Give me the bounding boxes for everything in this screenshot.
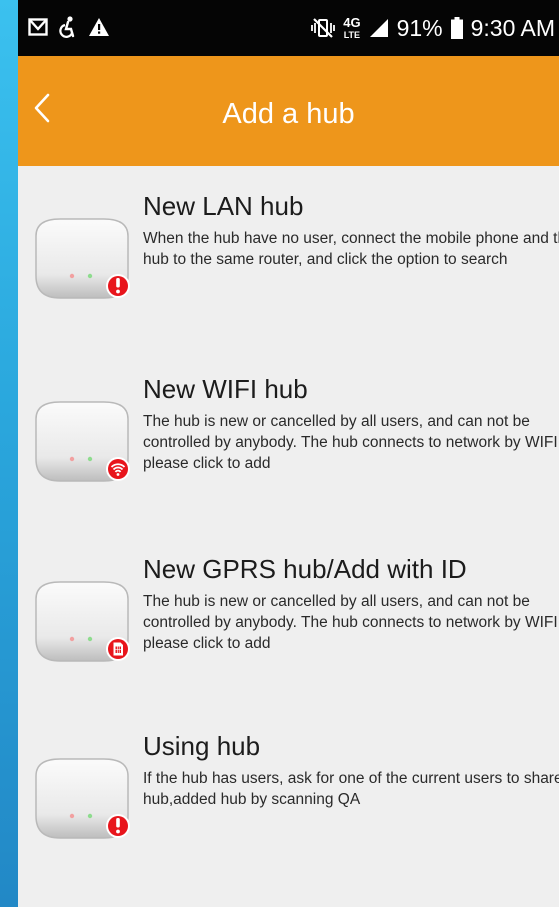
status-bar: 4G LTE 91% 9:30 AM xyxy=(18,0,559,56)
hub-device-icon xyxy=(35,581,130,662)
network-label: 4G xyxy=(343,15,361,30)
app-header: Add a hub xyxy=(18,56,559,166)
hub-device-icon xyxy=(35,758,130,839)
hub-option-description: The hub is new or cancelled by all users… xyxy=(143,593,559,652)
hub-option-using[interactable]: Using hub If the hub has users, ask for … xyxy=(18,718,559,888)
hub-option-description: The hub is new or cancelled by all users… xyxy=(143,413,559,472)
hub-option-description: If the hub has users, ask for one of the… xyxy=(143,770,559,808)
hub-option-title: New WIFI hub xyxy=(143,374,308,404)
accessibility-icon xyxy=(58,16,78,38)
signal-4g-lte-icon: 4G LTE xyxy=(343,15,361,41)
status-bar-right: 4G LTE 91% 9:30 AM xyxy=(311,13,555,43)
hub-device-icon xyxy=(35,218,130,299)
status-bar-left xyxy=(28,16,110,38)
network-sub-label: LTE xyxy=(343,30,361,40)
hub-device-icon xyxy=(35,401,130,482)
hub-option-gprs[interactable]: New GPRS hub/Add with ID The hub is new … xyxy=(18,541,559,711)
mute-vibrate-icon xyxy=(311,17,336,39)
warning-icon xyxy=(88,17,110,37)
hub-option-title: Using hub xyxy=(143,731,261,761)
hub-option-wifi[interactable]: New WIFI hub The hub is new or cancelled… xyxy=(18,361,559,531)
cell-signal-icon xyxy=(369,18,389,38)
page-title: Add a hub xyxy=(222,98,355,130)
clock: 9:30 AM xyxy=(470,15,555,41)
hub-option-description: When the hub have no user, connect the m… xyxy=(143,230,559,268)
mail-icon xyxy=(28,17,48,37)
hub-option-title: New GPRS hub/Add with ID xyxy=(143,554,467,584)
hub-option-lan[interactable]: New LAN hub When the hub have no user, c… xyxy=(18,178,559,348)
phone-screen: 4G LTE 91% 9:30 AM Add a hub New LAN hub… xyxy=(18,0,559,907)
battery-percent: 91% xyxy=(396,15,443,41)
battery-icon xyxy=(450,17,463,39)
hub-option-title: New LAN hub xyxy=(143,191,304,221)
